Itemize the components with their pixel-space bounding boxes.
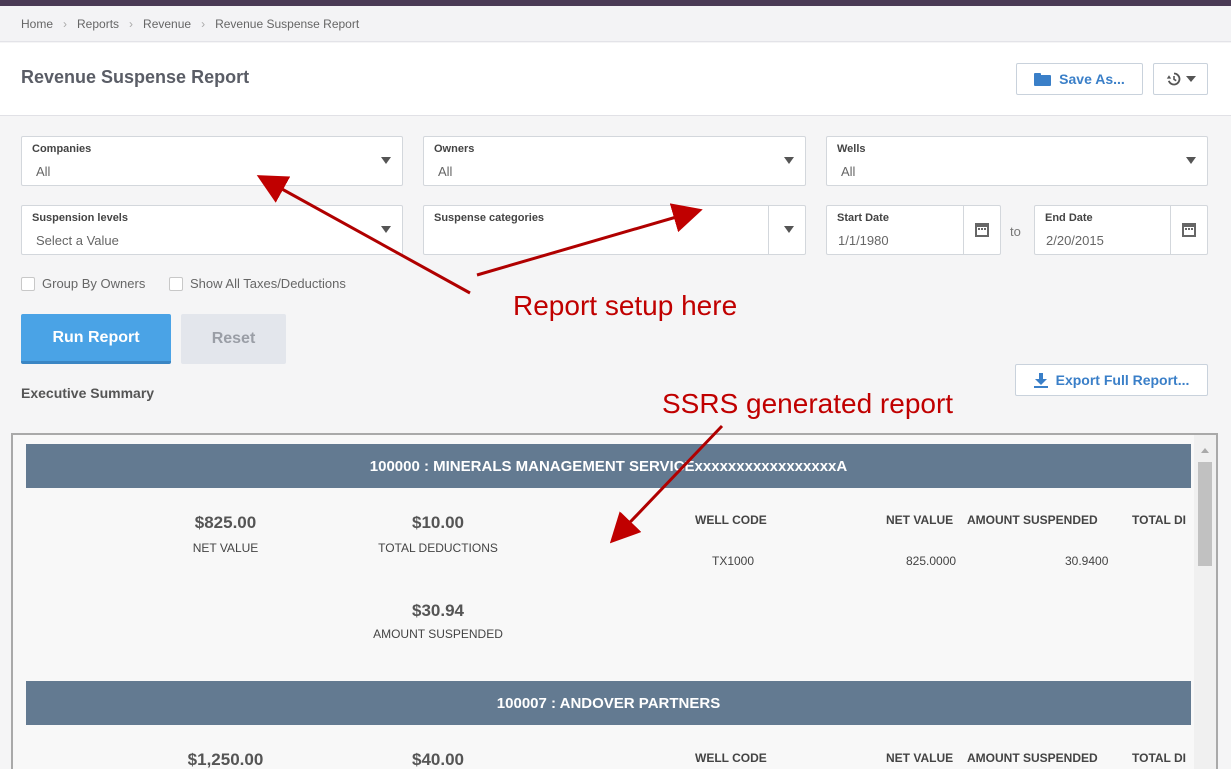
end-date-value[interactable]: 2/20/2015 — [1046, 233, 1104, 248]
end-date-field[interactable]: End Date 2/20/2015 — [1034, 205, 1208, 255]
ssrs-report-viewer[interactable]: 100000 : MINERALS MANAGEMENT SERVICExxxx… — [11, 433, 1218, 769]
caret-down-icon — [381, 157, 391, 164]
breadcrumb-home[interactable]: Home — [21, 17, 53, 31]
save-as-label: Save As... — [1059, 71, 1125, 87]
start-date-field[interactable]: Start Date 1/1/1980 — [826, 205, 1001, 255]
amount-suspended-metric: $30.94 AMOUNT SUSPENDED — [353, 601, 523, 641]
companies-label: Companies — [32, 143, 92, 155]
chevron-right-icon: › — [63, 16, 68, 31]
date-range-to-label: to — [1010, 224, 1021, 239]
col-amount-suspended: AMOUNT SUSPENDED — [967, 513, 1098, 527]
page-title: Revenue Suspense Report — [21, 67, 250, 87]
col-well-code: WELL CODE — [695, 751, 767, 765]
export-full-report-button[interactable]: Export Full Report... — [1015, 364, 1208, 396]
suspension-levels-value: Select a Value — [36, 233, 119, 248]
table-cell-net-value: 825.0000 — [906, 554, 957, 568]
annotation-report-setup: Report setup here — [513, 290, 738, 321]
caret-down-icon — [1186, 157, 1196, 164]
start-date-value[interactable]: 1/1/1980 — [838, 233, 889, 248]
group-header: 100007 : ANDOVER PARTNERS — [26, 681, 1191, 725]
suspension-levels-label: Suspension levels — [32, 212, 128, 224]
start-date-picker-button[interactable] — [963, 206, 1000, 254]
net-value-amount: $1,250.00 — [187, 750, 264, 769]
col-well-code: WELL CODE — [695, 513, 767, 527]
annotation-ssrs-report: SSRS generated report — [662, 388, 954, 419]
calendar-icon — [975, 223, 989, 237]
folder-icon — [1034, 72, 1052, 86]
col-total-deductions: TOTAL DI — [1132, 751, 1186, 765]
history-dropdown-button[interactable] — [1153, 63, 1208, 95]
total-deductions-metric: $10.00 TOTAL DEDUCTIONS — [353, 513, 523, 555]
wells-select[interactable]: Wells All — [826, 136, 1208, 186]
breadcrumb-reports[interactable]: Reports — [77, 17, 119, 31]
suspension-levels-select[interactable]: Suspension levels Select a Value — [21, 205, 403, 255]
report-vertical-scrollbar[interactable] — [1194, 435, 1216, 769]
caret-down-icon — [1185, 76, 1196, 82]
show-all-taxes-label: Show All Taxes/Deductions — [190, 276, 346, 291]
export-full-report-label: Export Full Report... — [1055, 372, 1190, 388]
group-by-owners-option[interactable]: Group By Owners — [21, 276, 145, 291]
show-all-taxes-checkbox[interactable] — [169, 276, 183, 291]
caret-down-icon[interactable] — [784, 226, 794, 233]
scroll-up-arrow-icon[interactable] — [1201, 448, 1209, 453]
net-value-amount: $825.00 — [194, 513, 257, 532]
page-header: Revenue Suspense Report Save As... — [0, 43, 1231, 116]
start-date-label: Start Date — [837, 212, 889, 224]
table-cell-well-code: TX1000 — [712, 554, 755, 568]
col-net-value: NET VALUE — [886, 751, 954, 765]
total-deductions-amount: $40.00 — [412, 750, 464, 769]
scroll-thumb[interactable] — [1198, 462, 1212, 566]
net-value-metric: $1,250.00 — [153, 750, 298, 769]
breadcrumb: Home › Reports › Revenue › Revenue Suspe… — [0, 6, 1231, 42]
col-net-value: NET VALUE — [886, 513, 954, 527]
wells-label: Wells — [837, 143, 866, 155]
net-value-caption: NET VALUE — [192, 541, 259, 555]
save-as-button[interactable]: Save As... — [1016, 63, 1143, 95]
reset-button[interactable]: Reset — [181, 314, 286, 364]
breadcrumb-revenue[interactable]: Revenue — [143, 17, 191, 31]
total-deductions-amount: $10.00 — [412, 513, 464, 532]
amount-suspended-amount: $30.94 — [412, 601, 464, 620]
end-date-label: End Date — [1045, 212, 1093, 224]
caret-down-icon — [381, 226, 391, 233]
show-all-taxes-option[interactable]: Show All Taxes/Deductions — [169, 276, 346, 291]
table-cell-amount-suspended: 30.9400 — [1065, 554, 1109, 568]
caret-down-icon — [784, 157, 794, 164]
group-by-owners-label: Group By Owners — [42, 276, 146, 291]
owners-select[interactable]: Owners All — [423, 136, 806, 186]
download-icon — [1033, 372, 1048, 388]
owners-value: All — [438, 164, 453, 179]
chevron-right-icon: › — [201, 16, 206, 31]
amount-suspended-caption: AMOUNT SUSPENDED — [373, 627, 503, 641]
suspense-categories-select[interactable]: Suspense categories — [423, 205, 806, 255]
group-header: 100000 : MINERALS MANAGEMENT SERVICExxxx… — [26, 444, 1191, 488]
chevron-right-icon: › — [129, 16, 134, 31]
divider — [768, 206, 769, 254]
end-date-picker-button[interactable] — [1170, 206, 1207, 254]
run-report-button[interactable]: Run Report — [21, 314, 171, 364]
col-amount-suspended: AMOUNT SUSPENDED — [967, 751, 1098, 765]
total-deductions-caption: TOTAL DEDUCTIONS — [378, 541, 498, 555]
owners-label: Owners — [434, 143, 475, 155]
history-icon — [1166, 72, 1180, 86]
col-total-deductions: TOTAL DI — [1132, 513, 1186, 527]
suspense-categories-label: Suspense categories — [434, 212, 545, 224]
breadcrumb-current: Revenue Suspense Report — [215, 16, 360, 31]
calendar-icon — [1182, 223, 1196, 237]
companies-value: All — [36, 164, 51, 179]
wells-value: All — [841, 164, 856, 179]
executive-summary-heading: Executive Summary — [21, 385, 155, 401]
total-deductions-metric: $40.00 — [353, 750, 523, 769]
companies-select[interactable]: Companies All — [21, 136, 403, 186]
group-by-owners-checkbox[interactable] — [21, 276, 35, 291]
net-value-metric: $825.00 NET VALUE — [153, 513, 298, 555]
